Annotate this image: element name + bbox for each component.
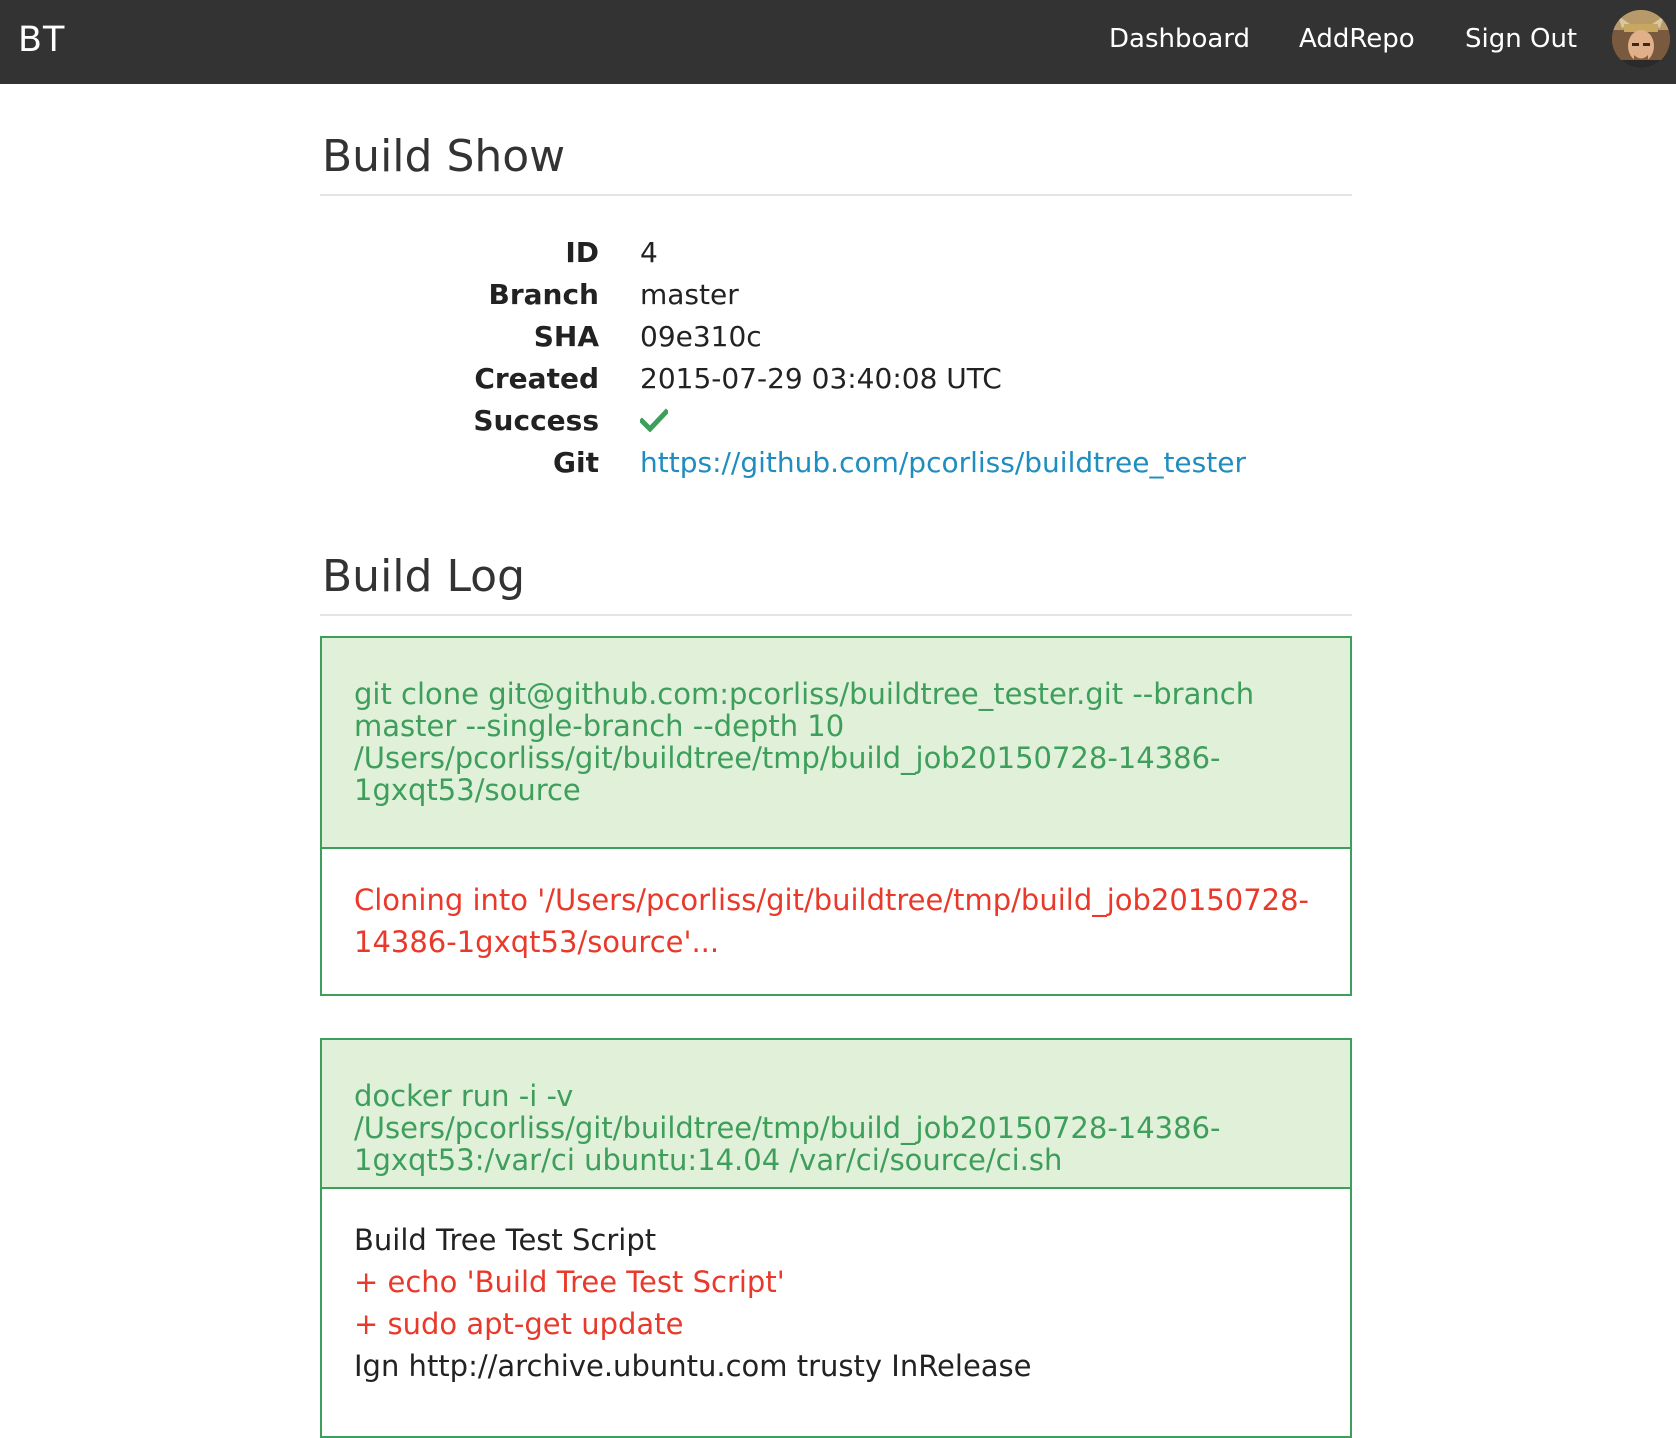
log-entry-panel: git clone git@github.com:pcorliss/buildt… (320, 636, 1352, 996)
build-log-title: Build Log (320, 514, 1352, 616)
nav-addrepo-link[interactable]: AddRepo (1299, 22, 1415, 56)
detail-value-branch: master (640, 278, 739, 311)
log-entry-output: Build Tree Test Script + echo 'Build Tre… (322, 1189, 1350, 1387)
main-content: Build Show ID 4 Branch master SHA 09e310… (320, 84, 1352, 1438)
detail-label-id: ID (565, 236, 599, 269)
log-entry-panel: docker run -i -v /Users/pcorliss/git/bui… (320, 1038, 1352, 1438)
detail-label-git: Git (553, 446, 599, 479)
detail-label-success: Success (473, 404, 599, 437)
detail-value-id: 4 (640, 236, 658, 269)
detail-row-sha: SHA 09e310c (320, 316, 1352, 358)
log-entry-output: Cloning into '/Users/pcorliss/git/buildt… (322, 849, 1350, 963)
top-navbar: BT Dashboard AddRepo Sign Out (0, 0, 1676, 84)
nav-signout-link[interactable]: Sign Out (1465, 22, 1577, 56)
detail-row-id: ID 4 (320, 232, 1352, 274)
nav-dashboard-link[interactable]: Dashboard (1109, 22, 1250, 56)
detail-row-branch: Branch master (320, 274, 1352, 316)
detail-label-created: Created (474, 362, 599, 395)
detail-label-branch: Branch (488, 278, 599, 311)
log-output-line: + sudo apt-get update (354, 1307, 684, 1341)
detail-row-git: Git https://github.com/pcorliss/buildtre… (320, 442, 1352, 484)
detail-value-created: 2015-07-29 03:40:08 UTC (640, 362, 1002, 395)
detail-value-success (640, 400, 668, 442)
log-output-line: Build Tree Test Script (354, 1223, 657, 1257)
git-repo-link[interactable]: https://github.com/pcorliss/buildtree_te… (640, 446, 1246, 479)
detail-value-git: https://github.com/pcorliss/buildtree_te… (640, 442, 1246, 484)
detail-row-created: Created 2015-07-29 03:40:08 UTC (320, 358, 1352, 400)
detail-label-sha: SHA (533, 320, 599, 353)
check-icon (640, 408, 668, 432)
detail-value-sha: 09e310c (640, 320, 762, 353)
user-avatar[interactable] (1612, 10, 1670, 68)
brand-logo-link[interactable]: BT (18, 18, 65, 62)
log-output-line: Ign http://archive.ubuntu.com trusty InR… (354, 1349, 1032, 1383)
log-output-line: Cloning into '/Users/pcorliss/git/buildt… (354, 883, 1310, 959)
detail-row-success: Success (320, 400, 1352, 442)
log-entry-command: git clone git@github.com:pcorliss/buildt… (322, 638, 1350, 849)
log-entry-command: docker run -i -v /Users/pcorliss/git/bui… (322, 1040, 1350, 1189)
user-avatar-image (1612, 10, 1670, 68)
build-details-list: ID 4 Branch master SHA 09e310c Created 2… (320, 196, 1352, 514)
build-show-title: Build Show (320, 84, 1352, 196)
log-output-line: + echo 'Build Tree Test Script' (354, 1265, 785, 1299)
